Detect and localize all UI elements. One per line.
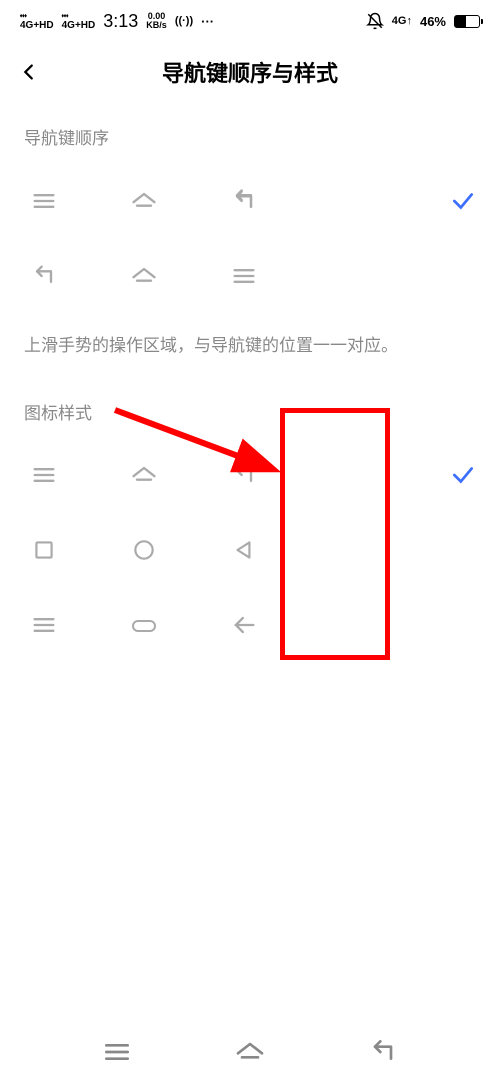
home-icon (124, 187, 164, 215)
battery-icon (454, 15, 480, 28)
system-back-icon[interactable] (363, 1036, 403, 1068)
checkmark-icon (450, 462, 476, 488)
system-nav-bar (0, 1019, 500, 1084)
circle-icon (124, 537, 164, 563)
back-button[interactable] (18, 61, 40, 83)
status-bar: ⬪⬪⬪4G+HD ⬪⬪⬪4G+HD 3:13 0.00KB/s ((·)) ··… (0, 0, 500, 42)
arrow-left-icon (224, 611, 264, 639)
square-icon (24, 537, 64, 563)
order-option-1[interactable] (0, 163, 500, 238)
alarm-off-icon (366, 12, 384, 30)
pill-icon (124, 611, 164, 639)
menu-icon (24, 187, 64, 215)
style-option-2[interactable] (0, 513, 500, 588)
data-speed: 0.00KB/s (146, 12, 167, 30)
menu-icon (24, 461, 64, 489)
menu-icon (24, 611, 64, 639)
signal-1: ⬪⬪⬪4G+HD (20, 11, 54, 31)
style-option-1[interactable] (0, 438, 500, 513)
more-dots: ··· (201, 14, 214, 29)
info-text: 上滑手势的操作区域，与导航键的位置一一对应。 (0, 313, 500, 377)
back-nav-icon (224, 461, 264, 489)
section-style-label: 图标样式 (0, 377, 500, 438)
wifi-icon: ((·)) (175, 15, 193, 27)
order-option-2[interactable] (0, 238, 500, 313)
network-label: 4G↑ (392, 15, 412, 27)
menu-icon (224, 262, 264, 290)
section-order-label: 导航键顺序 (0, 102, 500, 163)
checkmark-icon (450, 188, 476, 214)
page-header: 导航键顺序与样式 (0, 42, 500, 102)
back-nav-icon (224, 187, 264, 215)
back-nav-icon (24, 262, 64, 290)
home-icon (124, 262, 164, 290)
system-home-icon[interactable] (230, 1036, 270, 1068)
system-recent-icon[interactable] (97, 1036, 137, 1068)
signal-2: ⬪⬪⬪4G+HD (62, 11, 96, 31)
page-title: 导航键顺序与样式 (162, 56, 338, 88)
battery-percent: 46% (420, 14, 446, 29)
triangle-back-icon (224, 537, 264, 563)
style-option-3[interactable] (0, 588, 500, 663)
home-icon (124, 461, 164, 489)
clock: 3:13 (103, 11, 138, 32)
